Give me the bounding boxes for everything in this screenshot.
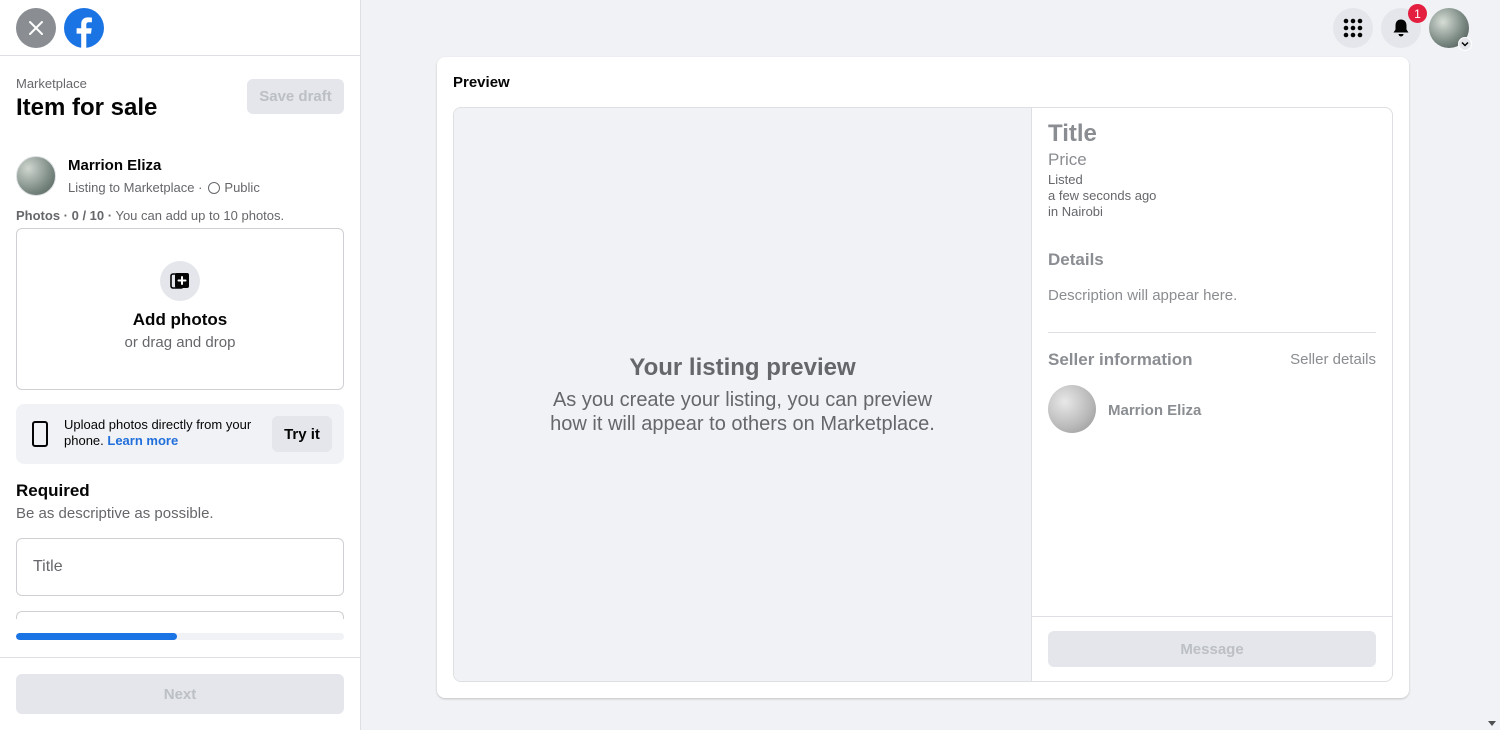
phone-icon bbox=[32, 421, 48, 447]
progress-fill bbox=[16, 633, 177, 640]
details-heading: Details bbox=[1048, 250, 1104, 269]
menu-grid-icon bbox=[1343, 18, 1363, 38]
photo-dropzone[interactable]: Add photos or drag and drop bbox=[16, 228, 344, 390]
user-name: Marrion Eliza bbox=[68, 157, 162, 174]
listed-label: Listed bbox=[1048, 172, 1083, 187]
preview-details-panel: Title Price Listed a few seconds ago in … bbox=[1032, 108, 1392, 681]
save-draft-button[interactable]: Save draft bbox=[247, 79, 344, 114]
preview-placeholder-title: Your listing preview bbox=[629, 353, 856, 381]
progress-bar bbox=[16, 633, 344, 640]
close-button[interactable] bbox=[16, 8, 56, 48]
preview-label: Preview bbox=[453, 74, 510, 91]
next-button[interactable]: Next bbox=[16, 674, 344, 714]
sidebar-footer: Next bbox=[0, 657, 360, 730]
try-it-button[interactable]: Try it bbox=[272, 416, 332, 452]
phone-upload-text: Upload photos directly from your phone. … bbox=[64, 417, 264, 449]
seller-heading: Seller information bbox=[1048, 350, 1193, 369]
sidebar: Marketplace Item for sale Save draft Mar… bbox=[0, 0, 361, 730]
photos-hint: You can add up to 10 photos. bbox=[115, 208, 285, 223]
chevron-down-icon bbox=[1458, 37, 1472, 51]
scroll-down-arrow-icon[interactable] bbox=[1488, 721, 1496, 726]
add-photos-title: Add photos bbox=[132, 310, 228, 329]
price-input-partial[interactable] bbox=[16, 611, 344, 619]
seller-details-link: Seller details bbox=[1290, 351, 1376, 368]
user-row: Marrion Eliza Listing to Marketplace · P… bbox=[16, 156, 344, 198]
notifications-button[interactable]: 1 bbox=[1381, 4, 1427, 48]
listed-location: in Nairobi bbox=[1048, 204, 1103, 219]
preview-title: Title bbox=[1048, 120, 1097, 147]
add-photo-icon bbox=[170, 273, 189, 289]
required-heading: Required bbox=[16, 481, 90, 500]
listing-to-text: Listing to Marketplace · bbox=[68, 180, 203, 195]
globe-icon bbox=[208, 181, 221, 194]
audience-label: Public bbox=[224, 180, 260, 195]
preview-price: Price bbox=[1048, 150, 1087, 169]
title-input[interactable] bbox=[16, 538, 344, 596]
close-icon bbox=[29, 21, 43, 35]
preview-placeholder-desc: As you create your listing, you can prev… bbox=[550, 388, 935, 435]
preview-media-placeholder: Your listing preview As you create your … bbox=[454, 108, 1032, 681]
notification-badge: 1 bbox=[1408, 4, 1427, 23]
preview-footer: Message bbox=[1032, 616, 1392, 681]
listing-audience: Listing to Marketplace · Public bbox=[68, 180, 260, 195]
listed-time: a few seconds ago bbox=[1048, 188, 1157, 203]
preview-listed-meta: Listed a few seconds ago in Nairobi bbox=[1048, 172, 1156, 220]
seller-name: Marrion Eliza bbox=[1108, 402, 1202, 419]
avatar bbox=[16, 156, 56, 196]
photos-count-label: Photos · 0 / 10 · bbox=[16, 208, 113, 223]
add-photo-icon-wrap bbox=[160, 261, 200, 301]
sidebar-topbar bbox=[0, 0, 360, 56]
description-placeholder: Description will appear here. bbox=[1048, 287, 1238, 304]
add-photos-subtitle: or drag and drop bbox=[124, 334, 236, 351]
divider bbox=[1048, 332, 1376, 333]
sidebar-header: Marketplace Item for sale Save draft bbox=[16, 76, 344, 122]
bell-icon bbox=[1393, 19, 1409, 37]
learn-more-link[interactable]: Learn more bbox=[107, 433, 178, 448]
account-avatar-button[interactable] bbox=[1429, 8, 1472, 51]
required-subtitle: Be as descriptive as possible. bbox=[16, 505, 214, 522]
facebook-logo-icon[interactable] bbox=[64, 8, 104, 48]
preview-frame: Your listing preview As you create your … bbox=[453, 107, 1393, 682]
menu-button[interactable] bbox=[1333, 8, 1373, 48]
preview-card: Preview Your listing preview As you crea… bbox=[437, 57, 1409, 698]
photos-counter: Photos · 0 / 10 · You can add up to 10 p… bbox=[16, 208, 284, 223]
message-button: Message bbox=[1048, 631, 1376, 667]
seller-avatar bbox=[1048, 385, 1096, 433]
phone-upload-box: Upload photos directly from your phone. … bbox=[16, 404, 344, 464]
